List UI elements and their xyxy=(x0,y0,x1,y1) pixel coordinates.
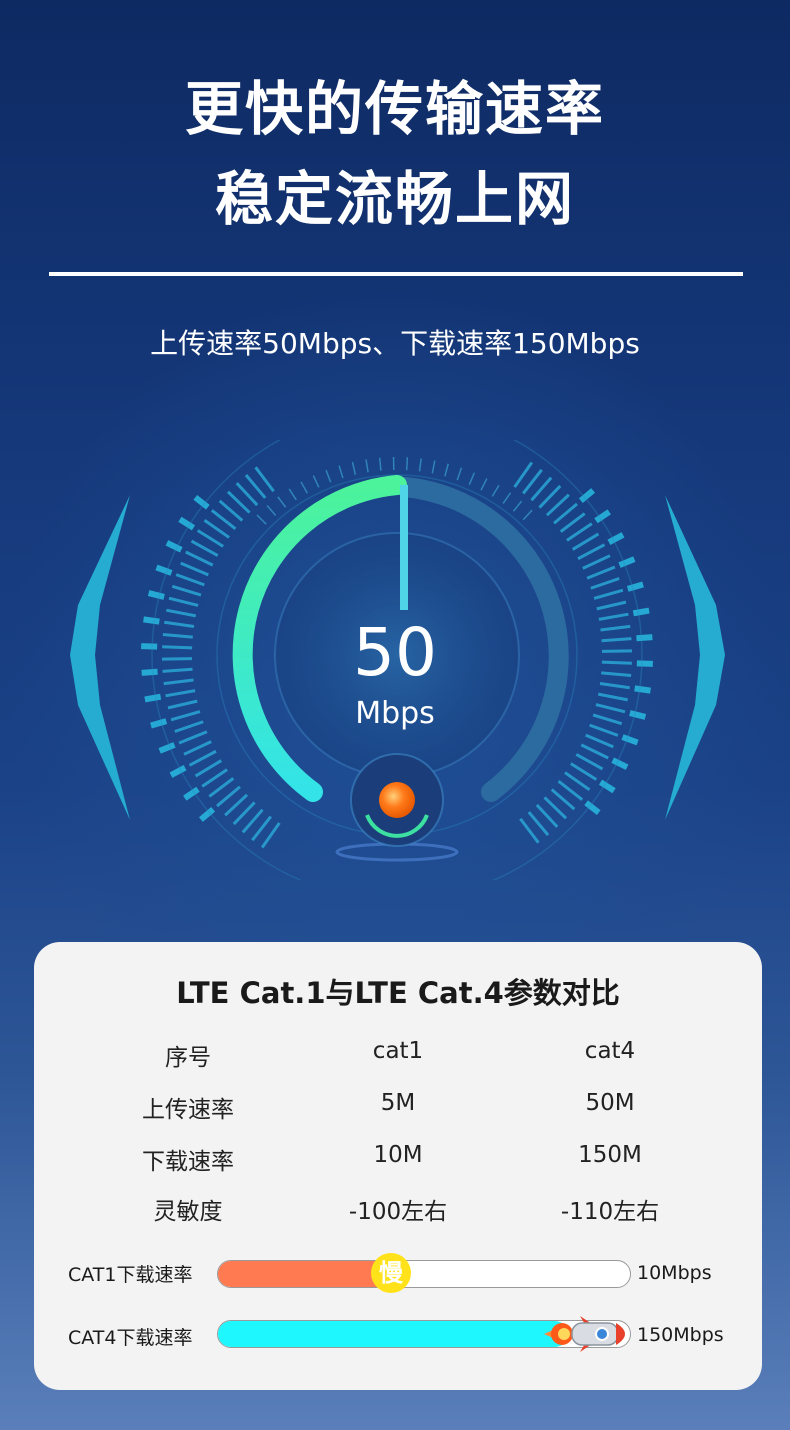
gauge-tick xyxy=(444,463,449,477)
gauge-tick xyxy=(300,481,308,494)
table-row: 上传速率 5M 50M xyxy=(34,1090,762,1123)
gauge-unit: Mbps xyxy=(355,696,435,731)
comparison-card: LTE Cat.1与LTE Cat.4参数对比 序号 cat1 cat4 上传速… xyxy=(34,942,762,1390)
gauge-tick xyxy=(618,556,636,568)
gauge-tick xyxy=(185,550,214,567)
gauge-tick xyxy=(183,740,212,756)
table-cell: -100左右 xyxy=(348,1199,448,1225)
rocket-icon xyxy=(544,1316,625,1352)
gauge-tick xyxy=(577,543,606,561)
cat4-bar-track xyxy=(217,1316,631,1352)
gauge-tick xyxy=(201,768,228,788)
gauge-tick xyxy=(522,509,533,521)
cat1-bar-label: CAT1下载速率 xyxy=(68,1264,193,1286)
table-cell: 序号 xyxy=(165,1045,211,1071)
gauge-tick xyxy=(590,577,620,590)
gauge-tick xyxy=(431,460,436,474)
gauge-tick xyxy=(586,565,616,580)
gauge-tick xyxy=(566,522,593,542)
table-cell: 50M xyxy=(585,1090,635,1116)
table-row: 序号 cat1 cat4 xyxy=(34,1038,762,1071)
gauge-tick xyxy=(575,753,604,771)
gauge-tick xyxy=(580,743,609,760)
gauge-tick xyxy=(378,457,382,471)
gauge-tick xyxy=(491,484,500,497)
gauge-tick xyxy=(325,469,332,483)
table-row: 下载速率 10M 150M xyxy=(34,1142,762,1175)
table-row: 灵敏度 -100左右 -110左右 xyxy=(34,1192,762,1225)
gauge-tick xyxy=(512,500,523,512)
gauge-tick xyxy=(456,467,463,481)
gauge-needle xyxy=(400,485,408,610)
cat1-bar-fill xyxy=(218,1261,391,1287)
gauge-tick xyxy=(594,509,611,524)
gauge-tick xyxy=(338,465,344,479)
table-cell: 10M xyxy=(373,1142,423,1168)
table-cell: 灵敏度 xyxy=(153,1199,223,1225)
gauge-tick xyxy=(312,475,320,488)
gauge-tick xyxy=(596,600,627,611)
gauge-tick xyxy=(468,472,476,485)
slow-badge: 慢 xyxy=(371,1253,411,1293)
cat4-bar-fill xyxy=(218,1321,568,1347)
cat4-bar-label: CAT4下载速率 xyxy=(68,1327,193,1349)
headline-line-2: 稳定流畅上网 xyxy=(214,165,575,233)
table-cell: 5M xyxy=(380,1090,416,1116)
gauge-tick xyxy=(570,762,598,781)
gauge-tick xyxy=(171,584,202,597)
gauge-tick xyxy=(194,759,223,778)
gauge-tick xyxy=(480,478,488,491)
comparison-title: LTE Cat.1与LTE Cat.4参数对比 xyxy=(176,976,620,1010)
gauge-tick xyxy=(155,564,173,576)
gauge-tick xyxy=(196,529,224,548)
gauge-tick xyxy=(593,588,624,600)
gauge-tick xyxy=(365,459,369,473)
gauge-tick xyxy=(147,590,165,600)
cat4-bar-value: 150Mbps xyxy=(637,1324,724,1346)
gauge-tick xyxy=(585,733,614,749)
gauge-tick xyxy=(175,573,205,587)
hub-dot xyxy=(379,782,415,818)
gauge-tick xyxy=(351,461,357,475)
gauge-tick xyxy=(256,514,267,525)
gauge-tick xyxy=(288,488,297,501)
table-cell: -110左右 xyxy=(560,1199,660,1225)
gauge-tick xyxy=(168,596,199,607)
gauge-tick xyxy=(180,561,209,577)
cat1-bar-value: 10Mbps xyxy=(637,1262,712,1284)
gauge-tick xyxy=(571,532,600,551)
gauge-tick xyxy=(418,458,422,472)
table-cell: 下载速率 xyxy=(142,1149,234,1175)
cat1-bar-track: 慢 xyxy=(217,1253,631,1293)
gauge-tick xyxy=(277,496,287,508)
gauge-tick xyxy=(183,786,200,801)
gauge-tick xyxy=(632,607,650,617)
gauge-tick xyxy=(621,734,639,746)
gauge-tick xyxy=(266,505,277,516)
gauge-tick xyxy=(626,581,644,592)
gauge-tick xyxy=(158,742,176,754)
gauge-tick xyxy=(405,457,409,471)
speed-subtitle: 上传速率50Mbps、下载速率150Mbps xyxy=(150,327,640,360)
gauge-value: 50 xyxy=(353,614,437,691)
headline-line-1: 更快的传输速率 xyxy=(184,75,605,143)
table-cell: cat4 xyxy=(584,1038,636,1064)
gauge-tick xyxy=(582,554,611,570)
gauge-tick xyxy=(190,539,219,557)
divider xyxy=(49,272,743,276)
table-cell: cat1 xyxy=(372,1038,424,1064)
gauge-tick xyxy=(178,730,208,745)
table-cell: 150M xyxy=(578,1142,642,1168)
gauge-tick xyxy=(188,749,217,767)
table-cell: 上传速率 xyxy=(142,1097,234,1123)
gauge-tick xyxy=(502,492,512,504)
